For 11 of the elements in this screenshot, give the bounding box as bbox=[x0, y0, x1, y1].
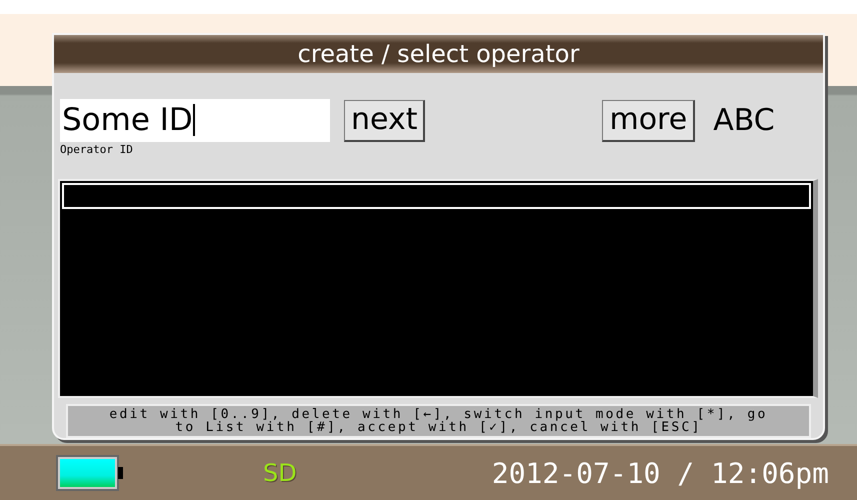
input-mode: ABC bbox=[713, 102, 775, 138]
date-time: 2012-07-10 / 12:06pm bbox=[492, 456, 829, 490]
battery-icon bbox=[56, 453, 126, 493]
operator-id-field[interactable]: Some ID bbox=[60, 98, 330, 142]
next-button[interactable]: next bbox=[344, 100, 426, 142]
more-button[interactable]: more bbox=[602, 100, 696, 142]
help-text: edit with [0..9], delete with [←], switch input mode with [*], go to List with [#], accept with [✓], cancel with [ESC] bbox=[66, 404, 811, 438]
dialog-title: create / select operator bbox=[54, 35, 823, 73]
operator-list[interactable] bbox=[58, 178, 818, 398]
storage-label: SD bbox=[263, 459, 297, 487]
field-label: Operator ID bbox=[60, 142, 134, 156]
